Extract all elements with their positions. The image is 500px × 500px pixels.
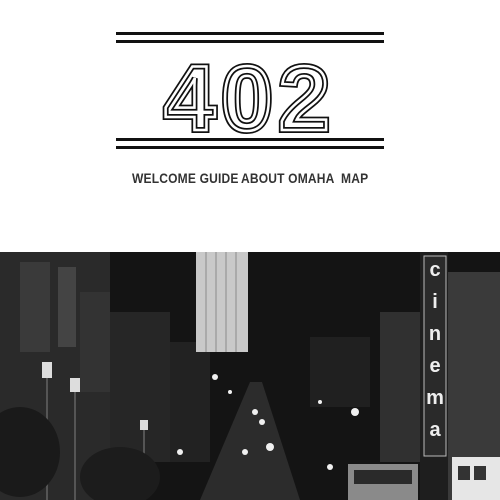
site-logo[interactable]: 402 402 <box>116 32 384 153</box>
sign-letter-e: e <box>429 355 440 377</box>
site-header: 402 402 WELCOME GUIDE ABOUT OMAHA MAP <box>0 0 500 252</box>
sign-letter-n: n <box>429 323 441 345</box>
city-night-photo: c i n e m a <box>0 252 500 500</box>
main-nav: WELCOME GUIDE ABOUT OMAHA MAP <box>0 170 500 192</box>
logo-top-rule-2 <box>116 40 384 43</box>
nav-about-omaha[interactable]: ABOUT OMAHA <box>241 170 335 186</box>
nav-welcome-guide[interactable]: WELCOME GUIDE <box>132 170 239 186</box>
hero-image: c i n e m a <box>0 252 500 500</box>
sign-letter-i: i <box>432 291 438 313</box>
nav-map[interactable]: MAP <box>341 170 368 186</box>
logo-wordmark: 402 402 <box>161 54 336 153</box>
sign-letter-a: a <box>429 419 441 441</box>
logo-text-inner: 402 <box>164 54 336 150</box>
sign-letter-m: m <box>426 387 444 409</box>
logo-top-rule-1 <box>116 32 384 35</box>
sign-letter-c: c <box>429 259 440 281</box>
